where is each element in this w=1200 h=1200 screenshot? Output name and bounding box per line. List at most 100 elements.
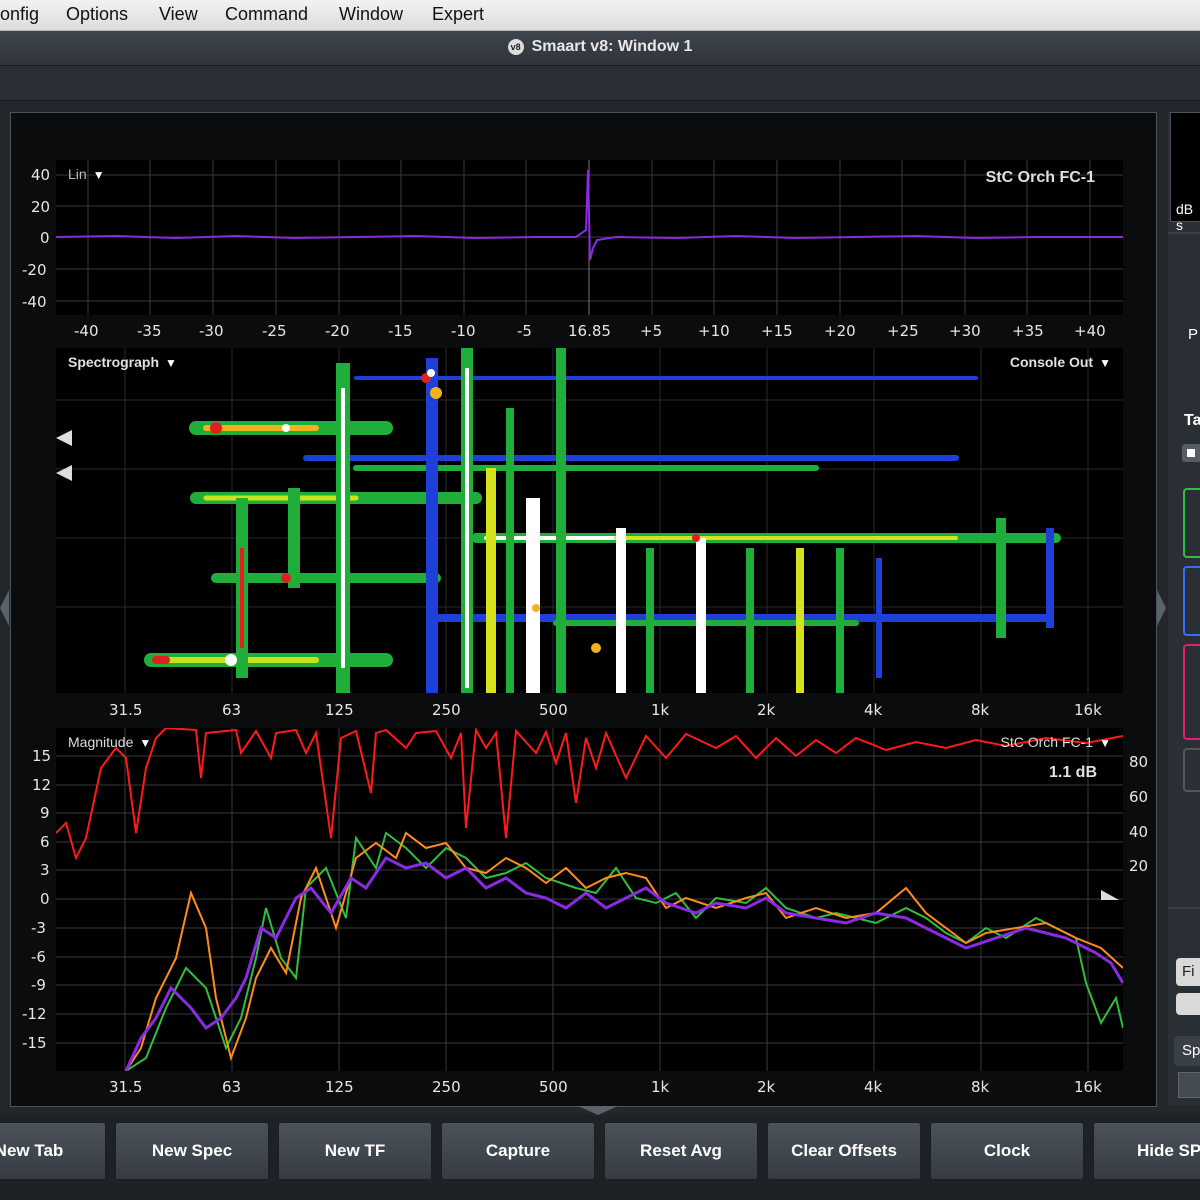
magnitude-y-tick: -6 <box>31 948 46 966</box>
scale-marker-icon[interactable] <box>56 465 72 481</box>
magnitude-y-tick: 9 <box>40 804 50 822</box>
dropdown-triangle-icon: ▼ <box>165 356 177 370</box>
menu-expert[interactable]: Expert <box>432 4 484 25</box>
clock-button[interactable]: Clock <box>930 1122 1084 1180</box>
spectrograph-plot[interactable]: Spectrograph ▼ Console Out ▼ <box>56 348 1123 693</box>
magnitude-y-tick: 3 <box>40 861 50 879</box>
impulse-x-tick: -25 <box>262 322 287 340</box>
magnitude-y-tick: 15 <box>32 747 52 765</box>
impulse-x-tick: +20 <box>824 322 856 340</box>
impulse-y-tick: 40 <box>31 166 51 184</box>
coherence-y-tick: 80 <box>1129 753 1149 771</box>
spectrograph-x-tick: 4k <box>864 701 883 719</box>
menu-view[interactable]: View <box>159 4 198 25</box>
impulse-x-tick: -30 <box>199 322 224 340</box>
impulse-y-tick: 0 <box>40 229 50 247</box>
magnitude-y-tick: -12 <box>22 1005 47 1023</box>
coherence-y-tick: 20 <box>1129 857 1149 875</box>
impulse-x-tick: +10 <box>698 322 730 340</box>
measurement-card-pink[interactable] <box>1183 644 1200 740</box>
collapse-left-icon[interactable] <box>0 590 9 626</box>
measurement-card-blue[interactable] <box>1183 566 1200 636</box>
impulse-x-tick: -15 <box>388 322 413 340</box>
magnitude-x-tick: 8k <box>971 1078 990 1096</box>
impulse-y-tick: -20 <box>22 261 47 279</box>
spectrograph-label: Spectrograph <box>68 354 160 370</box>
dropdown-triangle-icon: ▼ <box>1099 736 1111 750</box>
magnitude-x-tick: 4k <box>864 1078 883 1096</box>
impulse-x-tick: +35 <box>1012 322 1044 340</box>
impulse-x-tick: -40 <box>74 322 99 340</box>
magnitude-x-tick: 2k <box>757 1078 776 1096</box>
spectrograph-x-tick: 500 <box>539 701 568 719</box>
collapse-right-icon[interactable] <box>1157 590 1166 626</box>
dropdown-triangle-icon: ▼ <box>1099 356 1111 370</box>
magnitude-y-tick: 0 <box>40 890 50 908</box>
fi-button[interactable]: Fi <box>1176 958 1200 986</box>
magnitude-y-tick: -3 <box>31 919 46 937</box>
new-spec-button[interactable]: New Spec <box>115 1122 269 1180</box>
spectrograph-source[interactable]: Console Out ▼ <box>1010 354 1111 370</box>
impulse-x-tick: -20 <box>325 322 350 340</box>
spectrograph-x-tick: 63 <box>222 701 242 719</box>
measurement-card-green[interactable] <box>1183 488 1200 558</box>
capture-button[interactable]: Capture <box>441 1122 595 1180</box>
magnitude-graphic <box>56 728 1123 1071</box>
impulse-y-tick: -40 <box>22 293 47 311</box>
menu-window[interactable]: Window <box>339 4 403 25</box>
hide-spl-button[interactable]: Hide SPL <box>1093 1122 1200 1180</box>
magnitude-mode[interactable]: Magnitude ▼ <box>68 734 151 750</box>
magnitude-x-tick: 250 <box>432 1078 461 1096</box>
impulse-x-tick: +5 <box>640 322 663 340</box>
impulse-x-tick: -5 <box>517 322 532 340</box>
menu-command[interactable]: Command <box>225 4 308 25</box>
header-band <box>0 66 1200 101</box>
impulse-plot[interactable]: Lin ▼ StC Orch FC-1 <box>56 160 1123 315</box>
menu-config[interactable]: onfig <box>0 4 39 25</box>
scale-marker-icon[interactable] <box>56 430 72 446</box>
clear-offsets-button[interactable]: Clear Offsets <box>767 1122 921 1180</box>
impulse-x-tick: +25 <box>887 322 919 340</box>
transfer-trace-purple <box>124 856 1123 1071</box>
impulse-y-tick: 20 <box>31 198 51 216</box>
spectrograph-x-tick: 125 <box>325 701 354 719</box>
coherence-y-tick: 40 <box>1129 823 1149 841</box>
spectrograph-x-tick: 16k <box>1074 701 1102 719</box>
menu-bar: onfig Options View Command Window Expert <box>0 0 1200 31</box>
magnitude-y-tick: 12 <box>32 776 52 794</box>
checkbox-icon <box>1187 449 1195 457</box>
magnitude-plot[interactable]: Magnitude ▼ StC Orch FC-1 ▼ 1.1 dB <box>56 728 1123 1071</box>
spectrograph-mode[interactable]: Spectrograph ▼ <box>68 354 177 370</box>
measurement-card-new[interactable] <box>1183 748 1200 792</box>
magnitude-trace[interactable]: StC Orch FC-1 ▼ <box>1001 734 1111 750</box>
impulse-x-tick: +40 <box>1074 322 1106 340</box>
sp-button[interactable]: Sp <box>1174 1036 1200 1066</box>
spectrograph-x-tick: 2k <box>757 701 776 719</box>
p-label: P <box>1188 326 1199 343</box>
spectrograph-source-label: Console Out <box>1009 354 1094 370</box>
transfer-trace-orange <box>125 831 1123 1071</box>
spectrograph-x-tick: 250 <box>432 701 461 719</box>
spectrograph-x-tick: 31.5 <box>109 701 143 719</box>
collapse-bottom-icon[interactable] <box>578 1106 618 1115</box>
sp-field[interactable] <box>1178 1072 1200 1098</box>
new-tf-button[interactable]: New TF <box>278 1122 432 1180</box>
window-title: Smaart v8: Window 1 <box>531 38 693 55</box>
new-tab-button[interactable]: New Tab <box>0 1122 106 1180</box>
hide-spl-label: Hide SPL <box>1137 1141 1200 1160</box>
app-icon: v8 <box>507 39 524 55</box>
impulse-x-tick: -35 <box>137 322 162 340</box>
reset-avg-button[interactable]: Reset Avg <box>604 1122 758 1180</box>
fi-field[interactable] <box>1176 993 1200 1015</box>
magnitude-x-tick: 16k <box>1074 1078 1102 1096</box>
menu-options[interactable]: Options <box>66 4 128 25</box>
dropdown-triangle-icon: ▼ <box>92 168 105 182</box>
impulse-x-tick: +30 <box>949 322 981 340</box>
ta-toggle[interactable] <box>1182 444 1200 462</box>
magnitude-readout: 1.1 dB <box>1048 764 1097 781</box>
impulse-x-tick: +15 <box>761 322 793 340</box>
impulse-trace-name: StC Orch FC-1 <box>985 169 1095 186</box>
window-titlebar: v8 Smaart v8: Window 1 <box>0 31 1200 66</box>
ta-label: Ta <box>1184 412 1200 429</box>
impulse-mode[interactable]: Lin ▼ <box>68 166 105 182</box>
